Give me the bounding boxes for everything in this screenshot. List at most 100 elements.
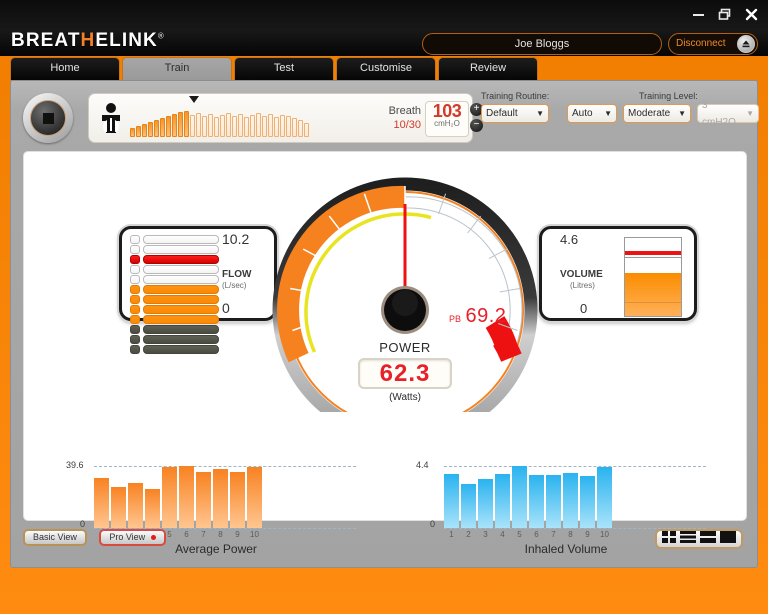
flow-segment-bar xyxy=(143,315,219,324)
basic-view-button[interactable]: Basic View xyxy=(23,529,87,546)
breath-bar xyxy=(160,118,165,137)
tab-test[interactable]: Test xyxy=(234,57,334,80)
split-layout-icon[interactable] xyxy=(700,530,716,548)
flow-segment xyxy=(130,335,219,344)
chart-bar xyxy=(444,474,459,528)
breath-bar xyxy=(286,116,291,137)
flow-segment-dot xyxy=(130,275,140,284)
training-routine-group: Training Routine: Default ▼ xyxy=(481,91,571,123)
chart-bar xyxy=(128,483,143,528)
chart-bar xyxy=(247,466,262,528)
breath-bar xyxy=(262,116,267,137)
flow-segment-dot xyxy=(130,335,140,344)
training-level-group: Training Level: Moderate ▼ 3 cmH2O ▼ xyxy=(623,91,763,128)
flow-segment xyxy=(130,275,219,284)
breath-progress-bar: Breath 10/30 103 cmH₂O + − xyxy=(88,93,483,143)
training-level-label: Training Level: xyxy=(639,91,698,101)
training-routine-select[interactable]: Default ▼ xyxy=(481,104,549,123)
breath-bar xyxy=(298,120,303,137)
pro-view-label: Pro View xyxy=(109,532,146,542)
chart-bar xyxy=(196,471,211,528)
flow-segment-bar xyxy=(143,285,219,294)
average-power-plot xyxy=(94,466,356,529)
chart-bar xyxy=(512,466,527,528)
flow-segment-dot xyxy=(130,235,140,244)
chart-bar xyxy=(179,466,194,528)
pro-view-button[interactable]: Pro View xyxy=(99,529,167,546)
logo-accent: H xyxy=(80,30,96,51)
display-area: 10.2 0 FLOW (L/sec) 4.6 0 VOLUME (Litres… xyxy=(23,151,747,556)
personal-best-readout: PB 69.2 xyxy=(449,305,506,328)
chevron-down-icon: ▼ xyxy=(678,109,686,118)
breath-bar xyxy=(142,124,147,137)
flow-segment-dot xyxy=(130,325,140,334)
view-toolbar: Basic View Pro View xyxy=(23,527,747,557)
flow-segment xyxy=(130,305,219,314)
breath-bar xyxy=(178,112,183,137)
tab-review[interactable]: Review xyxy=(438,57,538,80)
breath-bar xyxy=(166,116,171,137)
training-mode-select[interactable]: Auto ▼ xyxy=(567,104,617,123)
breath-bar xyxy=(232,116,237,137)
chart-bar xyxy=(230,472,245,528)
flow-segment xyxy=(130,345,219,354)
tab-home[interactable]: Home xyxy=(10,57,120,80)
stripes-layout-icon[interactable] xyxy=(680,530,696,548)
flow-segment xyxy=(130,245,219,254)
chevron-down-icon: ▼ xyxy=(536,109,544,118)
chart-bar xyxy=(529,475,544,528)
average-power-ymax: 39.6 xyxy=(66,460,84,470)
tab-train[interactable]: Train xyxy=(122,57,232,80)
inhaled-volume-plot xyxy=(444,466,706,529)
chart-bar xyxy=(580,476,595,528)
breath-bar xyxy=(238,114,243,137)
volume-fill xyxy=(625,273,681,316)
tab-customise[interactable]: Customise xyxy=(336,57,436,80)
eject-icon[interactable] xyxy=(737,35,755,53)
flow-segment-dot xyxy=(130,295,140,304)
user-name-field[interactable]: Joe Bloggs xyxy=(422,33,662,55)
disconnect-button[interactable]: Disconnect xyxy=(668,33,758,55)
stop-button[interactable] xyxy=(23,93,73,143)
pro-view-active-indicator xyxy=(151,535,157,540)
inhaled-volume-ymax: 4.4 xyxy=(416,460,429,470)
breath-bar xyxy=(244,117,249,137)
breath-bar xyxy=(190,115,195,137)
volume-gauge xyxy=(624,237,682,317)
flow-segment-bar xyxy=(143,235,219,244)
chevron-down-icon: ▼ xyxy=(746,109,754,118)
stop-button-inner xyxy=(30,100,66,136)
flow-segment-dot xyxy=(130,265,140,274)
close-icon[interactable] xyxy=(745,8,758,21)
breath-bar xyxy=(202,116,207,137)
layout-selector xyxy=(655,529,743,549)
breath-bar xyxy=(226,113,231,137)
chart-bar xyxy=(94,477,109,528)
flow-segment-bar xyxy=(143,335,219,344)
training-level-select[interactable]: Moderate ▼ xyxy=(623,104,691,123)
main-tabs: Home Train Test Customise Review xyxy=(10,57,540,80)
grid-layout-icon[interactable] xyxy=(662,530,676,548)
flow-segment xyxy=(130,255,219,264)
breath-bar xyxy=(130,128,135,137)
chart-bar xyxy=(162,466,177,528)
flow-panel: 10.2 0 FLOW (L/sec) xyxy=(119,226,277,354)
training-routine-label: Training Routine: xyxy=(481,91,550,101)
full-layout-icon[interactable] xyxy=(720,530,736,548)
stop-square-icon xyxy=(42,112,54,124)
minimize-icon[interactable] xyxy=(692,8,705,21)
flow-segment-bar xyxy=(143,305,219,314)
training-pressure-select[interactable]: 3 cmH2O ▼ xyxy=(697,100,759,128)
flow-segment xyxy=(130,295,219,304)
training-mode-value: Auto xyxy=(572,108,593,119)
breath-bar xyxy=(292,118,297,137)
flow-segment-bar xyxy=(143,345,219,354)
training-mode-group: . Auto ▼ xyxy=(567,91,619,123)
flow-min-label: 0 xyxy=(222,300,230,316)
volume-title: VOLUME xyxy=(560,269,603,280)
restore-icon[interactable] xyxy=(718,8,732,21)
chart-bar xyxy=(145,488,160,528)
flow-max-label: 10.2 xyxy=(222,231,250,247)
logo-prefix: BREAT xyxy=(11,30,81,51)
flow-title: FLOW xyxy=(222,269,252,280)
